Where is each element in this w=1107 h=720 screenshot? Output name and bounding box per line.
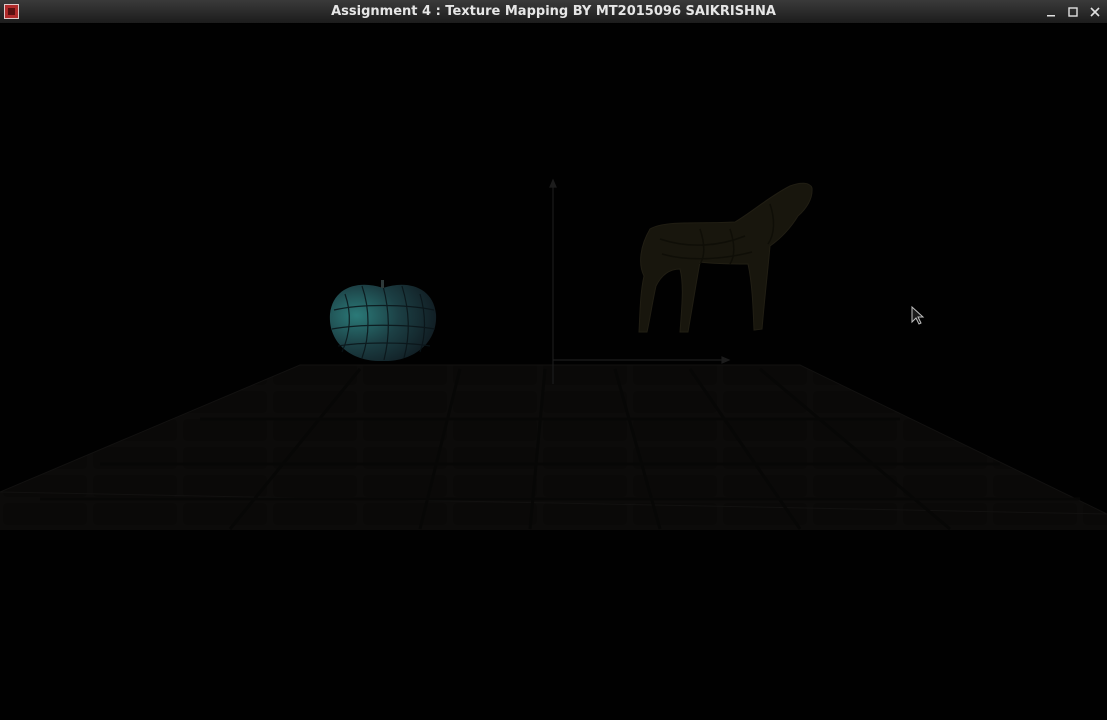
textured-apple bbox=[329, 280, 437, 362]
textured-horse bbox=[638, 182, 813, 333]
title-bar[interactable]: Assignment 4 : Texture Mapping BY MT2015… bbox=[0, 0, 1107, 24]
textured-floor bbox=[0, 365, 1107, 530]
opengl-viewport[interactable] bbox=[0, 24, 1107, 720]
mouse-pointer-icon bbox=[911, 305, 925, 325]
application-window: Assignment 4 : Texture Mapping BY MT2015… bbox=[0, 0, 1107, 720]
maximize-icon[interactable] bbox=[1067, 6, 1079, 18]
scene-canvas bbox=[0, 178, 1107, 531]
close-icon[interactable] bbox=[1089, 6, 1101, 18]
coordinate-axes bbox=[549, 178, 731, 384]
minimize-icon[interactable] bbox=[1045, 6, 1057, 18]
window-title: Assignment 4 : Texture Mapping BY MT2015… bbox=[331, 4, 776, 19]
window-controls bbox=[1045, 0, 1101, 24]
